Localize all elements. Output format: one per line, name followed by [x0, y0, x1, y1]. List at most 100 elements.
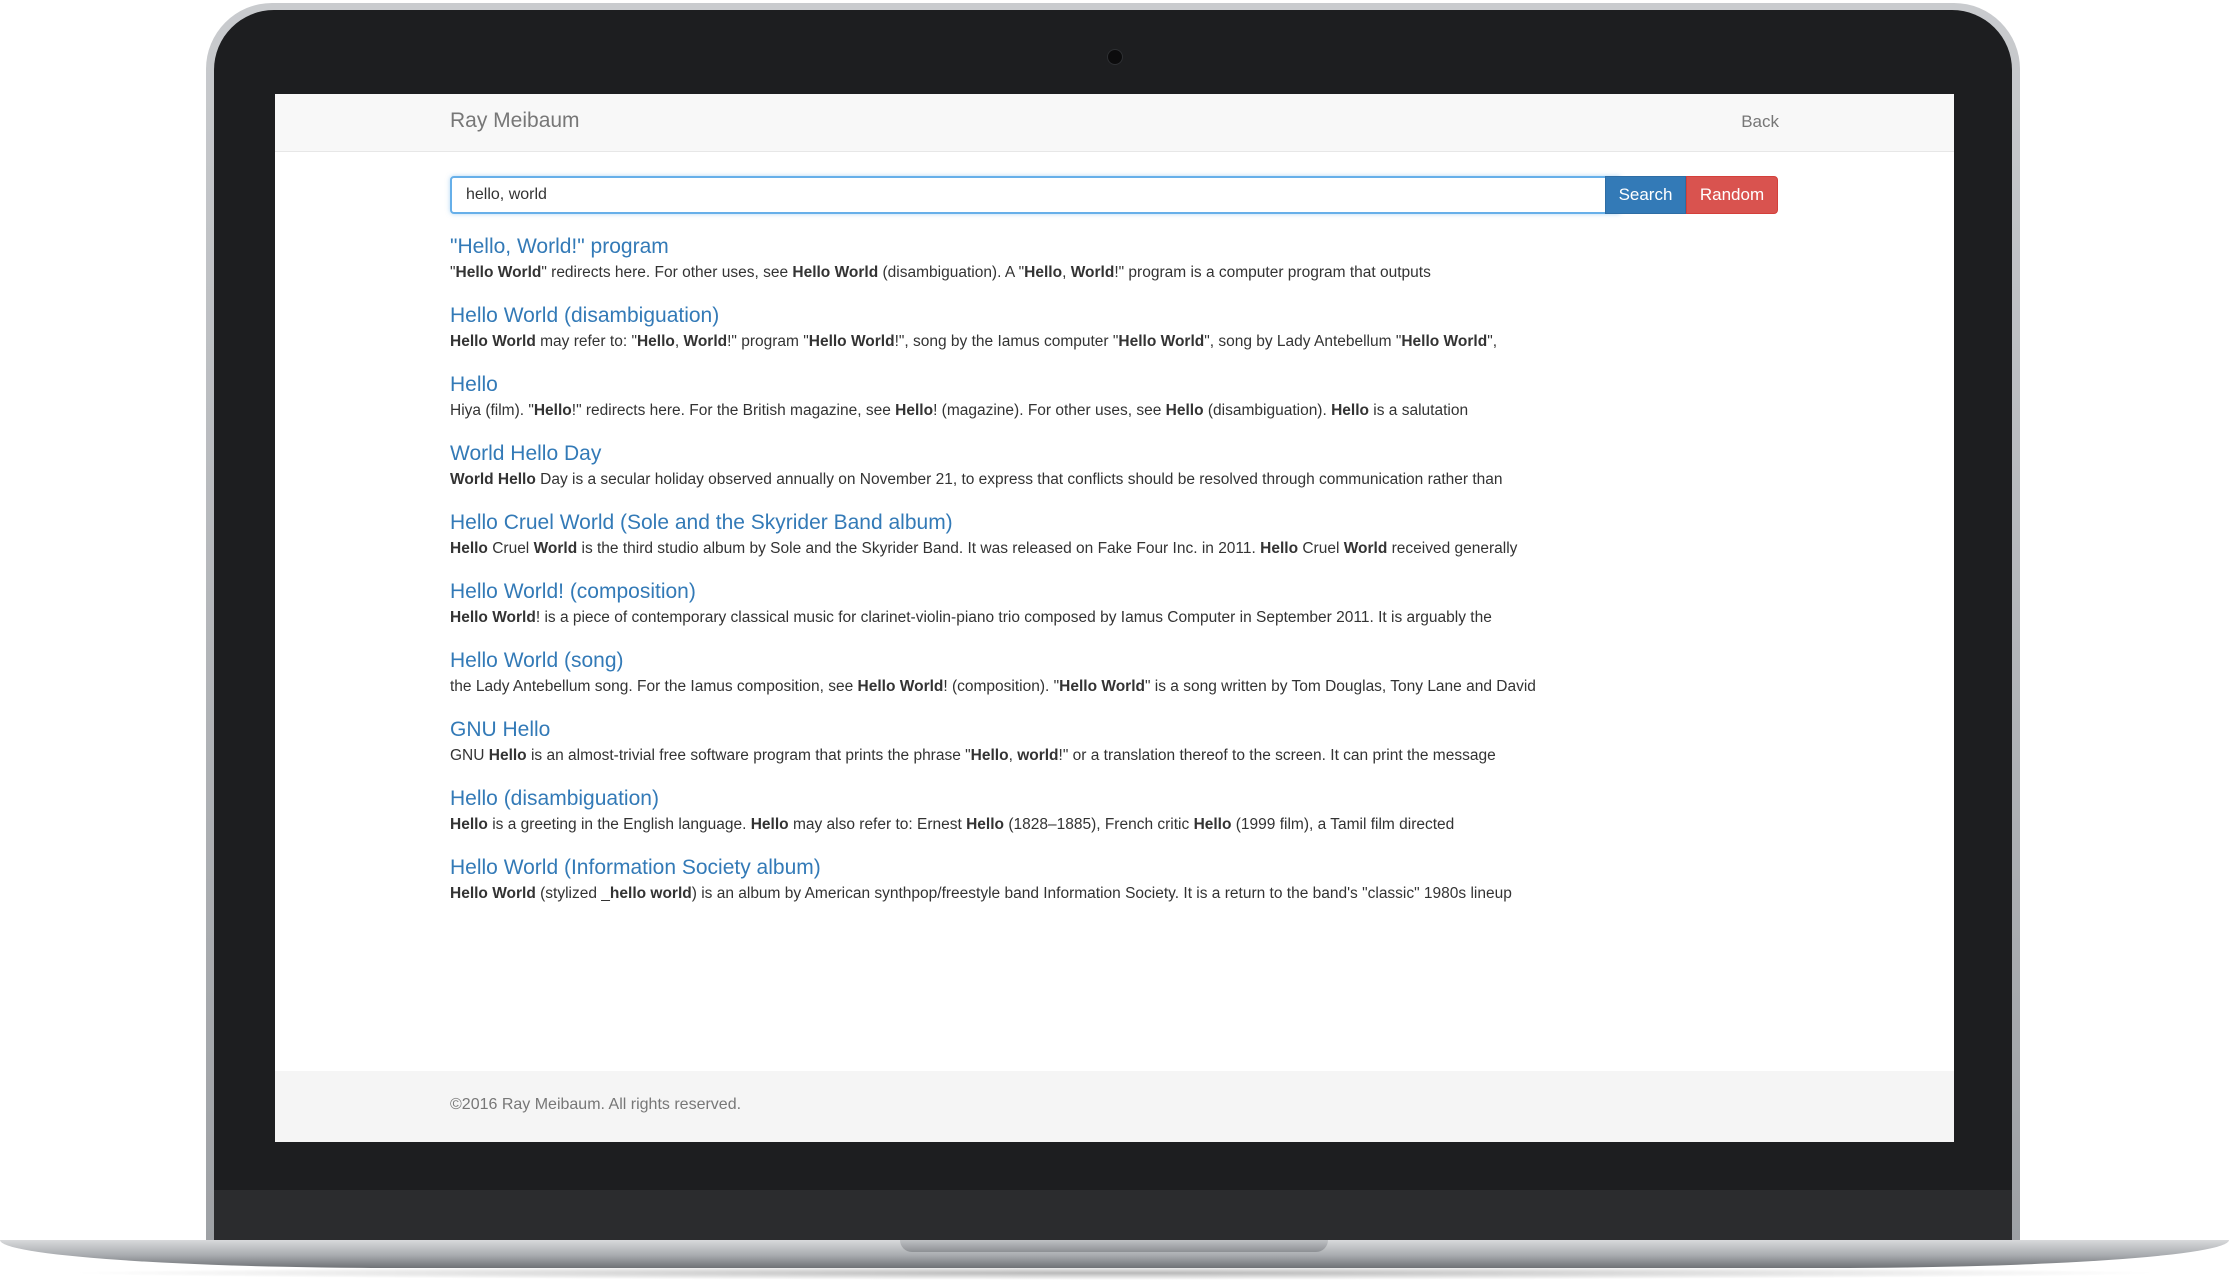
snippet-highlight: Hello World [857, 678, 944, 695]
result-snippet: World Hello Day is a secular holiday obs… [450, 470, 1800, 490]
footer: ©2016 Ray Meibaum. All rights reserved. [275, 1071, 1954, 1142]
search-results: "Hello, World!" program "Hello World" red… [450, 234, 1800, 924]
snippet-highlight: Hello [488, 747, 527, 764]
snippet-highlight: World [683, 333, 728, 350]
snippet-highlight: Hello [450, 816, 488, 833]
laptop-shadow [60, 1266, 2169, 1280]
snippet-text: ", song by Lady Antebellum " [1204, 333, 1402, 350]
result-title-link[interactable]: Hello World (Information Society album) [450, 855, 1800, 881]
random-button[interactable]: Random [1686, 176, 1778, 214]
snippet-highlight: Hello [750, 816, 789, 833]
result-item: Hello World (song) the Lady Antebellum so… [450, 648, 1800, 717]
result-snippet: Hello World may refer to: "Hello, World!… [450, 332, 1800, 352]
snippet-text: is the third studio album by Sole and th… [577, 540, 1261, 557]
snippet-text: , [1008, 747, 1018, 764]
snippet-text: is a salutation [1369, 402, 1469, 419]
snippet-text: Cruel [487, 540, 534, 557]
result-item: Hello World! (composition) Hello World! i… [450, 579, 1800, 648]
snippet-highlight: Hello [970, 747, 1009, 764]
result-item: World Hello Day World Hello Day is a secu… [450, 441, 1800, 510]
snippet-text: ! (composition). " [943, 678, 1060, 695]
snippet-text: ", [1487, 333, 1497, 350]
back-link[interactable]: Back [1741, 112, 1779, 132]
result-title-link[interactable]: Hello Cruel World (Sole and the Skyrider… [450, 510, 1800, 536]
snippet-highlight: Hello [1331, 402, 1369, 419]
snippet-text: !" or a translation thereof to the scree… [1058, 747, 1496, 764]
snippet-highlight: Hello [1165, 402, 1204, 419]
snippet-highlight: Hello World [450, 609, 536, 626]
result-snippet: Hello Cruel World is the third studio al… [450, 539, 1800, 559]
result-title-link[interactable]: "Hello, World!" program [450, 234, 1800, 260]
snippet-text: (1999 film), a Tamil film directed [1231, 816, 1455, 833]
snippet-highlight: Hello World [1118, 333, 1205, 350]
snippet-highlight: World [533, 540, 578, 557]
snippet-highlight: Hello World [808, 333, 895, 350]
snippet-highlight: World [1070, 264, 1115, 281]
result-item: Hello World (disambiguation) Hello World … [450, 303, 1800, 372]
snippet-highlight: Hello World [1059, 678, 1145, 695]
snippet-text: ) is an album by American synthpop/frees… [691, 885, 1512, 902]
snippet-text: !" program is a computer program that ou… [1114, 264, 1431, 281]
snippet-highlight: Hello [966, 816, 1005, 833]
result-item: Hello World (Information Society album) H… [450, 855, 1800, 924]
result-snippet: Hello World (stylized _hello world) is a… [450, 884, 1800, 904]
snippet-text: received generally [1387, 540, 1518, 557]
browser-screen: Ray Meibaum Back Search Random "Hello, W… [275, 94, 1954, 1142]
result-title-link[interactable]: Hello World (disambiguation) [450, 303, 1800, 329]
snippet-text: (1828–1885), French critic [1004, 816, 1194, 833]
footer-copyright: ©2016 Ray Meibaum. All rights reserved. [450, 1096, 742, 1113]
result-item: GNU Hello GNU Hello is an almost-trivial … [450, 717, 1800, 786]
result-item: "Hello, World!" program "Hello World" red… [450, 234, 1800, 303]
result-title-link[interactable]: GNU Hello [450, 717, 1800, 743]
snippet-text: is an almost-trivial free software progr… [526, 747, 971, 764]
snippet-highlight: Hello World [450, 885, 536, 902]
snippet-highlight: World Hello [450, 471, 536, 488]
snippet-text: (disambiguation). A " [878, 264, 1025, 281]
result-snippet: Hello is a greeting in the English langu… [450, 815, 1800, 835]
snippet-text: (disambiguation). [1203, 402, 1332, 419]
snippet-highlight: Hello [895, 402, 934, 419]
result-item: Hello Cruel World (Sole and the Skyrider… [450, 510, 1800, 579]
laptop-bezel-chin [214, 1190, 2012, 1243]
snippet-text: is a greeting in the English language. [487, 816, 751, 833]
snippet-text: !" redirects here. For the British magaz… [571, 402, 896, 419]
search-input[interactable] [450, 176, 1620, 214]
snippet-text: " redirects here. For other uses, see [541, 264, 793, 281]
snippet-text: the Lady Antebellum song. For the Iamus … [450, 678, 858, 695]
snippet-text: may also refer to: Ernest [788, 816, 967, 833]
snippet-highlight: Hello [1024, 264, 1063, 281]
snippet-text: (stylized _ [535, 885, 610, 902]
snippet-text: ! is a piece of contemporary classical m… [535, 609, 1492, 626]
snippet-highlight: Hello World [450, 333, 536, 350]
result-item: Hello (disambiguation) Hello is a greetin… [450, 786, 1800, 855]
navbar: Ray Meibaum Back [275, 94, 1954, 152]
camera-icon [1107, 49, 1123, 65]
snippet-text: Hiya (film). " [450, 402, 534, 419]
result-item: Hello Hiya (film). "Hello!" redirects her… [450, 372, 1800, 441]
snippet-text: " is a song written by Tom Douglas, Tony… [1144, 678, 1536, 695]
snippet-text: Cruel [1298, 540, 1344, 557]
snippet-text: may refer to: " [535, 333, 637, 350]
result-snippet: "Hello World" redirects here. For other … [450, 263, 1800, 283]
snippet-highlight: Hello [450, 540, 488, 557]
snippet-text: , [1062, 264, 1071, 281]
search-button[interactable]: Search [1605, 176, 1686, 214]
result-title-link[interactable]: Hello (disambiguation) [450, 786, 1800, 812]
result-snippet: GNU Hello is an almost-trivial free soft… [450, 746, 1800, 766]
snippet-highlight: Hello World [792, 264, 879, 281]
result-snippet: the Lady Antebellum song. For the Iamus … [450, 677, 1800, 697]
result-title-link[interactable]: Hello World! (composition) [450, 579, 1800, 605]
snippet-highlight: Hello [1193, 816, 1232, 833]
result-title-link[interactable]: Hello [450, 372, 1800, 398]
snippet-text: !", song by the Iamus computer " [894, 333, 1119, 350]
snippet-highlight: Hello [636, 333, 675, 350]
result-title-link[interactable]: World Hello Day [450, 441, 1800, 467]
snippet-text: GNU [450, 747, 489, 764]
result-snippet: Hiya (film). "Hello!" redirects here. Fo… [450, 401, 1800, 421]
snippet-highlight: hello world [609, 885, 692, 902]
brand-link[interactable]: Ray Meibaum [450, 109, 580, 133]
snippet-highlight: world [1017, 747, 1059, 764]
result-title-link[interactable]: Hello World (song) [450, 648, 1800, 674]
result-snippet: Hello World! is a piece of contemporary … [450, 608, 1800, 628]
snippet-highlight: Hello [533, 402, 572, 419]
